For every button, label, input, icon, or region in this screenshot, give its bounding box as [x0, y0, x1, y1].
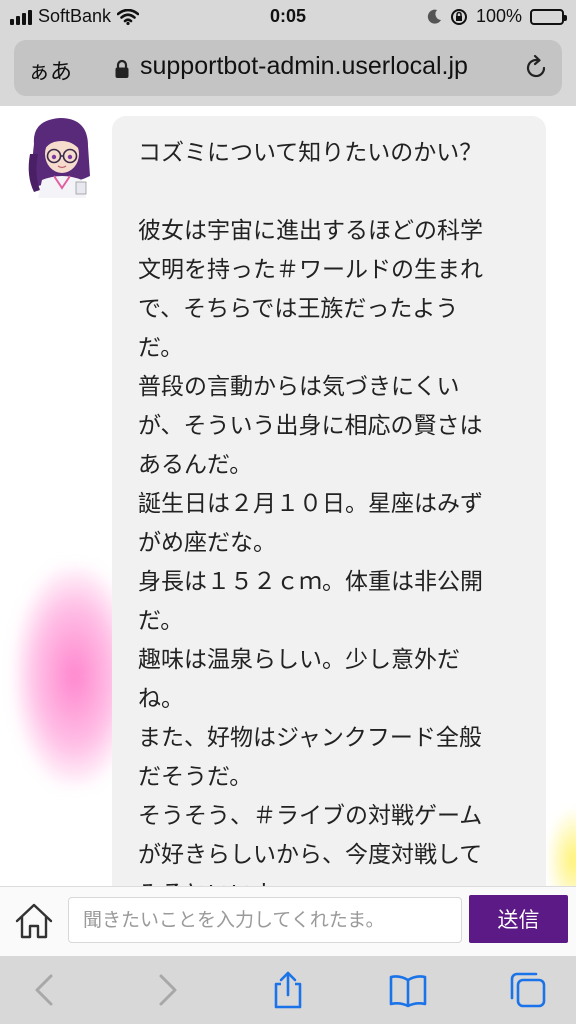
- text-size-button[interactable]: ぁあ: [28, 54, 72, 86]
- background-decoration: [14, 566, 124, 786]
- bot-avatar: [28, 118, 90, 198]
- forward-icon[interactable]: [146, 970, 186, 1010]
- message-line: 彼女は宇宙に進出するほどの科学: [138, 218, 483, 244]
- url-text[interactable]: supportbot-admin.userlocal.jp: [140, 52, 468, 81]
- message-line: そうそう、＃ライブの対戦ゲーム: [138, 803, 483, 829]
- message-line: が好きらしいから、今度対戦して: [138, 842, 483, 868]
- message-line: 身長は１５２ｃｍ。体重は非公開: [138, 569, 483, 595]
- bot-message-bubble: コズミについて知りたいのかい？ 彼女は宇宙に進出するほどの科学 文明を持った＃ワ…: [112, 116, 546, 886]
- home-icon[interactable]: [14, 901, 54, 941]
- chat-area[interactable]: コズミについて知りたいのかい？ 彼女は宇宙に進出するほどの科学 文明を持った＃ワ…: [0, 106, 576, 886]
- chat-message-input[interactable]: [68, 897, 462, 943]
- battery-icon: [530, 8, 567, 25]
- back-icon[interactable]: [26, 970, 66, 1010]
- message-line: だ。: [138, 335, 184, 361]
- rotation-lock-icon: [450, 8, 467, 25]
- message-line: 誕生日は２月１０日。星座はみず: [138, 491, 483, 517]
- message-line: がめ座だな。: [138, 530, 276, 556]
- status-left: SoftBank: [10, 6, 140, 27]
- carrier-name: SoftBank: [38, 6, 112, 26]
- message-line: 趣味は温泉らしい。少し意外だ: [138, 647, 460, 673]
- battery-percent: 100%: [475, 6, 522, 26]
- message-line: みるといいよ。: [138, 875, 522, 886]
- message-line: で、そちらでは王族だったよう: [138, 296, 459, 322]
- message-line: だそうだ。: [138, 764, 253, 790]
- share-icon[interactable]: [268, 970, 308, 1010]
- address-bar[interactable]: ぁあ supportbot-admin.userlocal.jp: [14, 40, 562, 96]
- message-line: あるんだ。: [138, 452, 253, 478]
- browser-toolbar: [0, 956, 576, 1024]
- status-right: 100%: [426, 6, 567, 27]
- message-line: コズミについて知りたいのかい？: [138, 140, 483, 166]
- moon-icon: [427, 9, 441, 24]
- chat-input-bar: 送信: [0, 886, 576, 956]
- browser-address-area: ぁあ supportbot-admin.userlocal.jp: [0, 34, 576, 106]
- tabs-icon[interactable]: [508, 970, 548, 1010]
- reload-icon[interactable]: [522, 54, 550, 82]
- status-bar: SoftBank 0:05 100%: [0, 0, 576, 34]
- signal-icon: [10, 9, 32, 25]
- send-button[interactable]: 送信: [469, 895, 568, 943]
- message-line: [138, 173, 522, 212]
- message-line: が、そういう出身に相応の賢さは: [138, 413, 483, 439]
- message-line: 文明を持った＃ワールドの生まれ: [138, 257, 483, 283]
- message-line: ね。: [138, 686, 184, 712]
- background-decoration: [546, 806, 576, 886]
- message-line: また、好物はジャンクフード全般: [138, 725, 482, 751]
- message-line: 普段の言動からは気づきにくい: [138, 374, 460, 400]
- lock-icon: [115, 59, 129, 78]
- wifi-icon: [117, 8, 140, 25]
- bookmarks-icon[interactable]: [388, 970, 428, 1010]
- message-line: だ。: [138, 608, 184, 634]
